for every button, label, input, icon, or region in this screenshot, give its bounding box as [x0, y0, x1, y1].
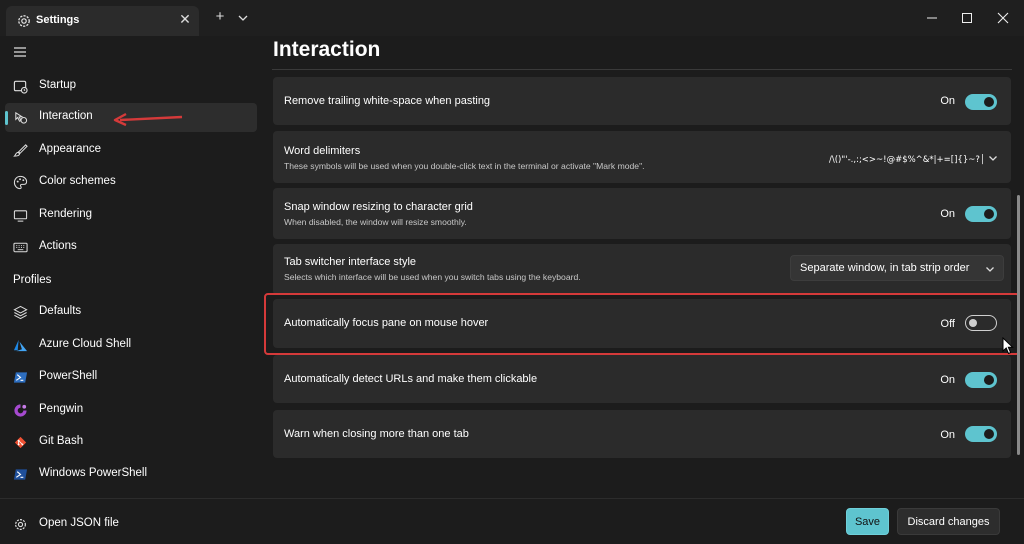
- sidebar-item-defaults[interactable]: Defaults: [5, 298, 257, 327]
- setting-title: Word delimiters: [284, 145, 361, 157]
- toggle-state-label: On: [940, 429, 955, 441]
- setting-row-warn-close: Warn when closing more than one tab On: [273, 410, 1011, 458]
- toggle-state-label: On: [940, 95, 955, 107]
- git-icon: [14, 436, 27, 449]
- chevron-down-icon[interactable]: [987, 152, 999, 164]
- sidebar-item-label: Appearance: [39, 143, 102, 155]
- setting-description: When disabled, the window will resize sm…: [284, 217, 467, 227]
- setting-description: Selects which interface will be used whe…: [284, 272, 581, 282]
- warn-close-toggle[interactable]: [965, 426, 997, 442]
- sidebar-item-git-bash[interactable]: Git Bash: [5, 428, 257, 457]
- sidebar-item-label: Azure Cloud Shell: [39, 338, 132, 350]
- profiles-header: Profiles: [13, 274, 52, 286]
- open-json-file-button[interactable]: Open JSON file: [5, 510, 257, 539]
- sidebar-item-powershell[interactable]: PowerShell: [5, 363, 257, 392]
- gear-icon: [15, 519, 26, 530]
- minimize-button[interactable]: [922, 8, 942, 28]
- setting-title: Snap window resizing to character grid: [284, 201, 473, 213]
- discard-changes-button[interactable]: Discard changes: [897, 508, 1000, 535]
- word-delimiters-value: /\()"'-.,:;<>~!@#$%^&*|+=[]{}~?│: [829, 155, 985, 165]
- sidebar-item-label: PowerShell: [39, 370, 98, 382]
- sidebar-item-label: Color schemes: [39, 175, 116, 187]
- azure-icon: [13, 339, 28, 352]
- chevron-down-icon[interactable]: [237, 12, 249, 24]
- gear-icon: [18, 15, 30, 27]
- startup-icon: [13, 80, 28, 94]
- sidebar-item-azure-cloud-shell[interactable]: Azure Cloud Shell: [5, 331, 257, 360]
- annotation-highlight-box: [264, 293, 1020, 355]
- color-schemes-icon: [13, 175, 28, 190]
- powershell-icon: [13, 372, 28, 383]
- divider: [272, 69, 1012, 70]
- open-json-label: Open JSON file: [39, 517, 119, 529]
- sidebar-item-rendering[interactable]: Rendering: [5, 201, 257, 230]
- sidebar-item-label: Startup: [39, 79, 77, 91]
- interaction-icon: [15, 111, 28, 124]
- setting-title: Remove trailing white-space when pasting: [284, 95, 491, 107]
- selection-indicator: [5, 111, 8, 125]
- sidebar-item-label: Actions: [39, 240, 77, 252]
- new-tab-button[interactable]: +: [213, 9, 227, 24]
- sidebar-item-label: Pengwin: [39, 403, 84, 415]
- hamburger-menu-icon[interactable]: [13, 45, 27, 59]
- sidebar-item-appearance[interactable]: Appearance: [5, 136, 257, 165]
- annotation-arrow-icon: [113, 112, 183, 127]
- pengwin-icon: [14, 404, 27, 417]
- windows-powershell-icon: [13, 469, 28, 480]
- title-bar: Settings ✕ +: [0, 0, 1024, 36]
- page-title: Interaction: [273, 38, 381, 61]
- tab-settings[interactable]: Settings ✕: [6, 6, 199, 36]
- sidebar-item-label: Git Bash: [39, 435, 84, 447]
- setting-title: Warn when closing more than one tab: [284, 428, 469, 440]
- toggle-state-label: On: [940, 374, 955, 386]
- close-window-button[interactable]: [993, 8, 1013, 28]
- sidebar-item-label: Interaction: [39, 110, 93, 122]
- toggle-knob: [984, 375, 994, 385]
- actions-icon: [13, 242, 28, 253]
- setting-row-snap-resize: Snap window resizing to character grid W…: [273, 188, 1011, 239]
- tab-switcher-dropdown[interactable]: Separate window, in tab strip order: [790, 255, 1004, 281]
- setting-title: Automatically detect URLs and make them …: [284, 373, 538, 385]
- detect-urls-toggle[interactable]: [965, 372, 997, 388]
- sidebar-item-label: Windows PowerShell: [39, 467, 148, 479]
- mouse-cursor-icon: [1002, 337, 1014, 355]
- toggle-knob: [984, 97, 994, 107]
- setting-title: Tab switcher interface style: [284, 256, 417, 268]
- save-button[interactable]: Save: [846, 508, 889, 535]
- setting-row-tab-switcher: Tab switcher interface style Selects whi…: [273, 244, 1011, 295]
- appearance-icon: [13, 144, 28, 157]
- sidebar-item-pengwin[interactable]: Pengwin: [5, 396, 257, 425]
- setting-row-trailing-whitespace: Remove trailing white-space when pasting…: [273, 77, 1011, 125]
- setting-row-word-delimiters[interactable]: Word delimiters These symbols will be us…: [273, 131, 1011, 183]
- setting-row-detect-urls: Automatically detect URLs and make them …: [273, 355, 1011, 403]
- sidebar-item-label: Rendering: [39, 208, 93, 220]
- sidebar-item-windows-powershell[interactable]: Windows PowerShell: [5, 460, 257, 489]
- layers-icon: [13, 305, 28, 320]
- toggle-state-label: On: [940, 208, 955, 220]
- toggle-knob: [984, 429, 994, 439]
- sidebar-item-color-schemes[interactable]: Color schemes: [5, 168, 257, 197]
- scrollbar-thumb[interactable]: [1017, 195, 1020, 455]
- chevron-down-icon: [986, 267, 994, 272]
- snap-resize-toggle[interactable]: [965, 206, 997, 222]
- maximize-button[interactable]: [957, 8, 977, 28]
- sidebar-item-actions[interactable]: Actions: [5, 233, 257, 262]
- dropdown-selected-value: Separate window, in tab strip order: [800, 262, 970, 274]
- toggle-knob: [984, 209, 994, 219]
- sidebar-item-label: Defaults: [39, 305, 82, 317]
- rendering-icon: [13, 210, 28, 222]
- setting-description: These symbols will be used when you doub…: [284, 161, 645, 171]
- sidebar-item-startup[interactable]: Startup: [5, 72, 257, 101]
- divider: [0, 498, 1024, 499]
- trailing-whitespace-toggle[interactable]: [965, 94, 997, 110]
- tab-close-button[interactable]: ✕: [178, 12, 192, 26]
- tab-title: Settings: [36, 14, 80, 26]
